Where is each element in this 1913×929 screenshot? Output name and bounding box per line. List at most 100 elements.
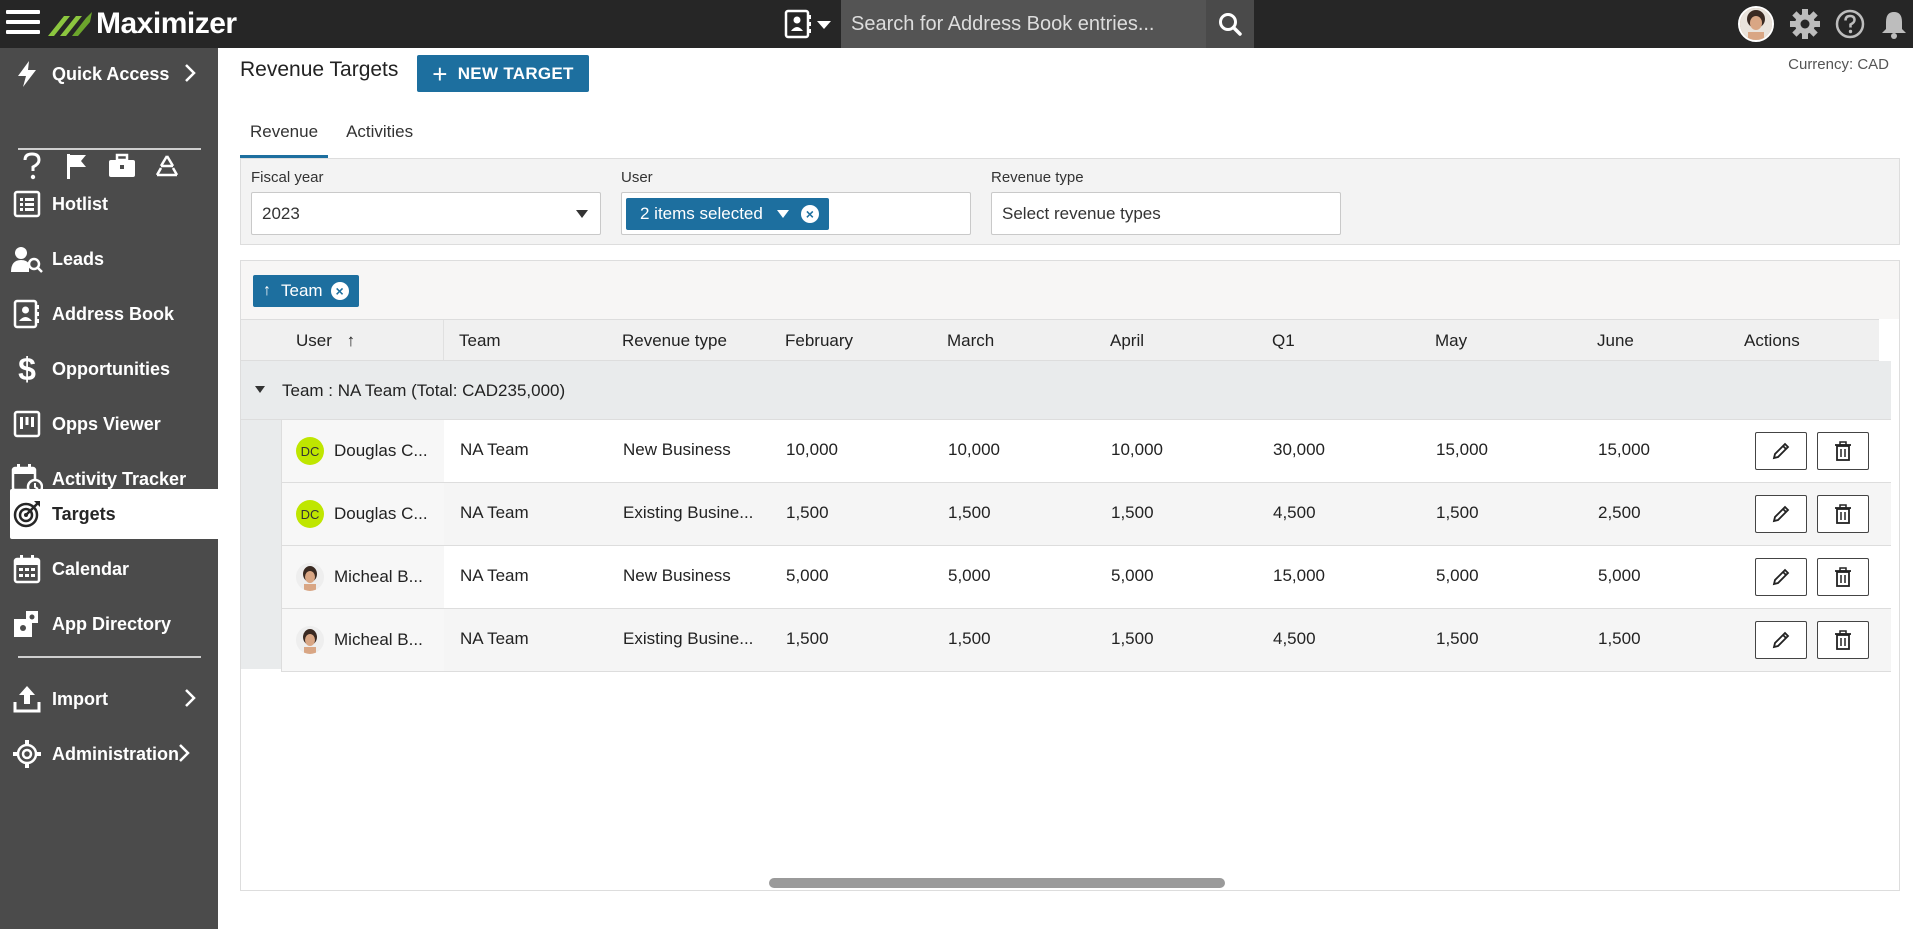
lead-search-icon bbox=[10, 242, 44, 276]
table-row[interactable]: Micheal B... NA Team Existing Busine... … bbox=[281, 609, 1891, 672]
delete-button[interactable] bbox=[1817, 495, 1869, 533]
user-cell[interactable]: DC Douglas C... bbox=[282, 420, 444, 482]
tab-revenue[interactable]: Revenue bbox=[240, 112, 329, 158]
avatar bbox=[296, 563, 324, 591]
svg-text:$: $ bbox=[18, 353, 36, 385]
column-header-april[interactable]: April bbox=[1110, 331, 1144, 351]
column-header-may[interactable]: May bbox=[1435, 331, 1467, 351]
quick-access-icons bbox=[18, 152, 181, 180]
notifications-button[interactable] bbox=[1878, 8, 1910, 40]
menu-icon[interactable] bbox=[6, 10, 40, 38]
flag-icon[interactable] bbox=[63, 152, 91, 180]
sidebar-item-hotlist[interactable]: Hotlist bbox=[10, 179, 218, 229]
column-header-revenue-type[interactable]: Revenue type bbox=[622, 331, 727, 351]
revenue-type-cell: Existing Busine... bbox=[623, 503, 754, 522]
delete-button[interactable] bbox=[1817, 621, 1869, 659]
page-title: Revenue Targets bbox=[240, 58, 399, 81]
edit-button[interactable] bbox=[1755, 558, 1807, 596]
revenue-type-select[interactable]: Select revenue types bbox=[991, 192, 1341, 235]
revenue-type-filter: Revenue type Select revenue types bbox=[991, 169, 1341, 235]
dollar-icon: $ bbox=[10, 352, 44, 386]
fiscal-year-select[interactable]: 2023 bbox=[251, 192, 601, 235]
june-cell: 15,000 bbox=[1598, 440, 1650, 459]
sidebar-item-label: Quick Access bbox=[52, 63, 170, 84]
user-photo-icon bbox=[1740, 8, 1772, 40]
sidebar-item-administration[interactable]: Administration bbox=[10, 729, 218, 779]
march-cell: 10,000 bbox=[948, 440, 1000, 459]
q1-cell: 30,000 bbox=[1273, 440, 1325, 459]
user-cell[interactable]: Micheal B... bbox=[282, 609, 444, 671]
group-by-team-chip[interactable]: ↑ Team × bbox=[253, 275, 359, 307]
horizontal-scrollbar[interactable] bbox=[769, 878, 1225, 888]
column-header-june[interactable]: June bbox=[1597, 331, 1634, 351]
may-cell: 1,500 bbox=[1436, 503, 1479, 522]
grid-header: User ↑ Team Revenue type February March … bbox=[241, 319, 1879, 361]
column-header-march[interactable]: March bbox=[947, 331, 994, 351]
user-multiselect[interactable]: 2 items selected × bbox=[621, 192, 971, 235]
clear-icon[interactable]: × bbox=[800, 204, 819, 223]
user-cell[interactable]: Micheal B... bbox=[282, 546, 444, 608]
lightning-icon bbox=[10, 57, 44, 91]
revenue-type-placeholder: Select revenue types bbox=[1002, 203, 1161, 223]
april-cell: 1,500 bbox=[1111, 629, 1154, 648]
column-header-user[interactable]: User ↑ bbox=[296, 331, 355, 351]
delete-button[interactable] bbox=[1817, 558, 1869, 596]
user-photo-icon bbox=[296, 563, 324, 591]
column-header-team[interactable]: Team bbox=[459, 331, 501, 351]
table-row[interactable]: DC Douglas C... NA Team New Business 10,… bbox=[281, 420, 1891, 483]
chevron-down-icon[interactable] bbox=[776, 209, 789, 218]
tab-activities[interactable]: Activities bbox=[336, 112, 423, 158]
fiscal-year-label: Fiscal year bbox=[251, 169, 324, 186]
column-header-february[interactable]: February bbox=[785, 331, 853, 351]
briefcase-icon[interactable] bbox=[108, 152, 136, 180]
edit-button[interactable] bbox=[1755, 495, 1807, 533]
sidebar-item-import[interactable]: Import bbox=[10, 674, 218, 724]
tabs: Revenue Activities bbox=[240, 112, 431, 158]
sidebar-item-leads[interactable]: Leads bbox=[10, 234, 218, 284]
sidebar-item-opportunities[interactable]: $ Opportunities bbox=[10, 344, 218, 394]
user-cell[interactable]: DC Douglas C... bbox=[282, 483, 444, 545]
logo[interactable]: Maximizer bbox=[46, 4, 237, 44]
sidebar-item-app-directory[interactable]: App Directory bbox=[10, 599, 218, 649]
settings-button[interactable] bbox=[1789, 8, 1821, 40]
search-button[interactable] bbox=[1206, 0, 1254, 48]
sidebar-item-label: Import bbox=[52, 688, 108, 709]
delete-button[interactable] bbox=[1817, 432, 1869, 470]
address-book-dropdown[interactable] bbox=[783, 8, 839, 40]
q1-cell: 4,500 bbox=[1273, 503, 1316, 522]
sidebar-item-targets[interactable]: Targets bbox=[10, 489, 218, 539]
new-target-button[interactable]: + NEW TARGET bbox=[417, 55, 589, 92]
revenue-type-label: Revenue type bbox=[991, 169, 1084, 186]
table-row[interactable]: DC Douglas C... NA Team Existing Busine.… bbox=[281, 483, 1891, 546]
column-divider[interactable] bbox=[443, 320, 444, 360]
user-photo-icon bbox=[296, 626, 324, 654]
sidebar-item-quick-access[interactable]: Quick Access bbox=[10, 49, 218, 99]
remove-group-icon[interactable]: × bbox=[330, 282, 349, 300]
collapse-triangle-icon[interactable] bbox=[255, 386, 265, 393]
sidebar-item-address-book[interactable]: Address Book bbox=[10, 289, 218, 339]
pencil-icon bbox=[1772, 631, 1790, 649]
group-indent bbox=[241, 420, 281, 669]
chevron-right-icon bbox=[184, 63, 196, 88]
edit-button[interactable] bbox=[1755, 432, 1807, 470]
targets-grid: ↑ Team × User ↑ Team Revenue type Februa… bbox=[240, 260, 1900, 891]
sidebar-item-opps-viewer[interactable]: Opps Viewer bbox=[10, 399, 218, 449]
selected-users-chip[interactable]: 2 items selected × bbox=[626, 197, 829, 230]
question-icon[interactable] bbox=[18, 152, 46, 180]
help-button[interactable] bbox=[1834, 8, 1866, 40]
sidebar-item-label: Hotlist bbox=[52, 193, 108, 214]
pencil-icon bbox=[1772, 568, 1790, 586]
search-input[interactable] bbox=[841, 0, 1206, 48]
table-row[interactable]: Micheal B... NA Team New Business 5,000 … bbox=[281, 546, 1891, 609]
new-target-label: NEW TARGET bbox=[457, 63, 574, 83]
group-row-na-team[interactable]: Team : NA Team (Total: CAD235,000) bbox=[241, 361, 1891, 420]
february-cell: 10,000 bbox=[786, 440, 838, 459]
column-header-q1[interactable]: Q1 bbox=[1272, 331, 1295, 351]
group-row-label: Team : NA Team (Total: CAD235,000) bbox=[282, 381, 566, 400]
user-avatar[interactable] bbox=[1738, 6, 1774, 42]
recycle-icon[interactable] bbox=[153, 152, 181, 180]
edit-button[interactable] bbox=[1755, 621, 1807, 659]
march-cell: 1,500 bbox=[948, 629, 991, 648]
sidebar-item-calendar[interactable]: Calendar bbox=[10, 544, 218, 594]
revenue-type-cell: New Business bbox=[623, 566, 731, 585]
